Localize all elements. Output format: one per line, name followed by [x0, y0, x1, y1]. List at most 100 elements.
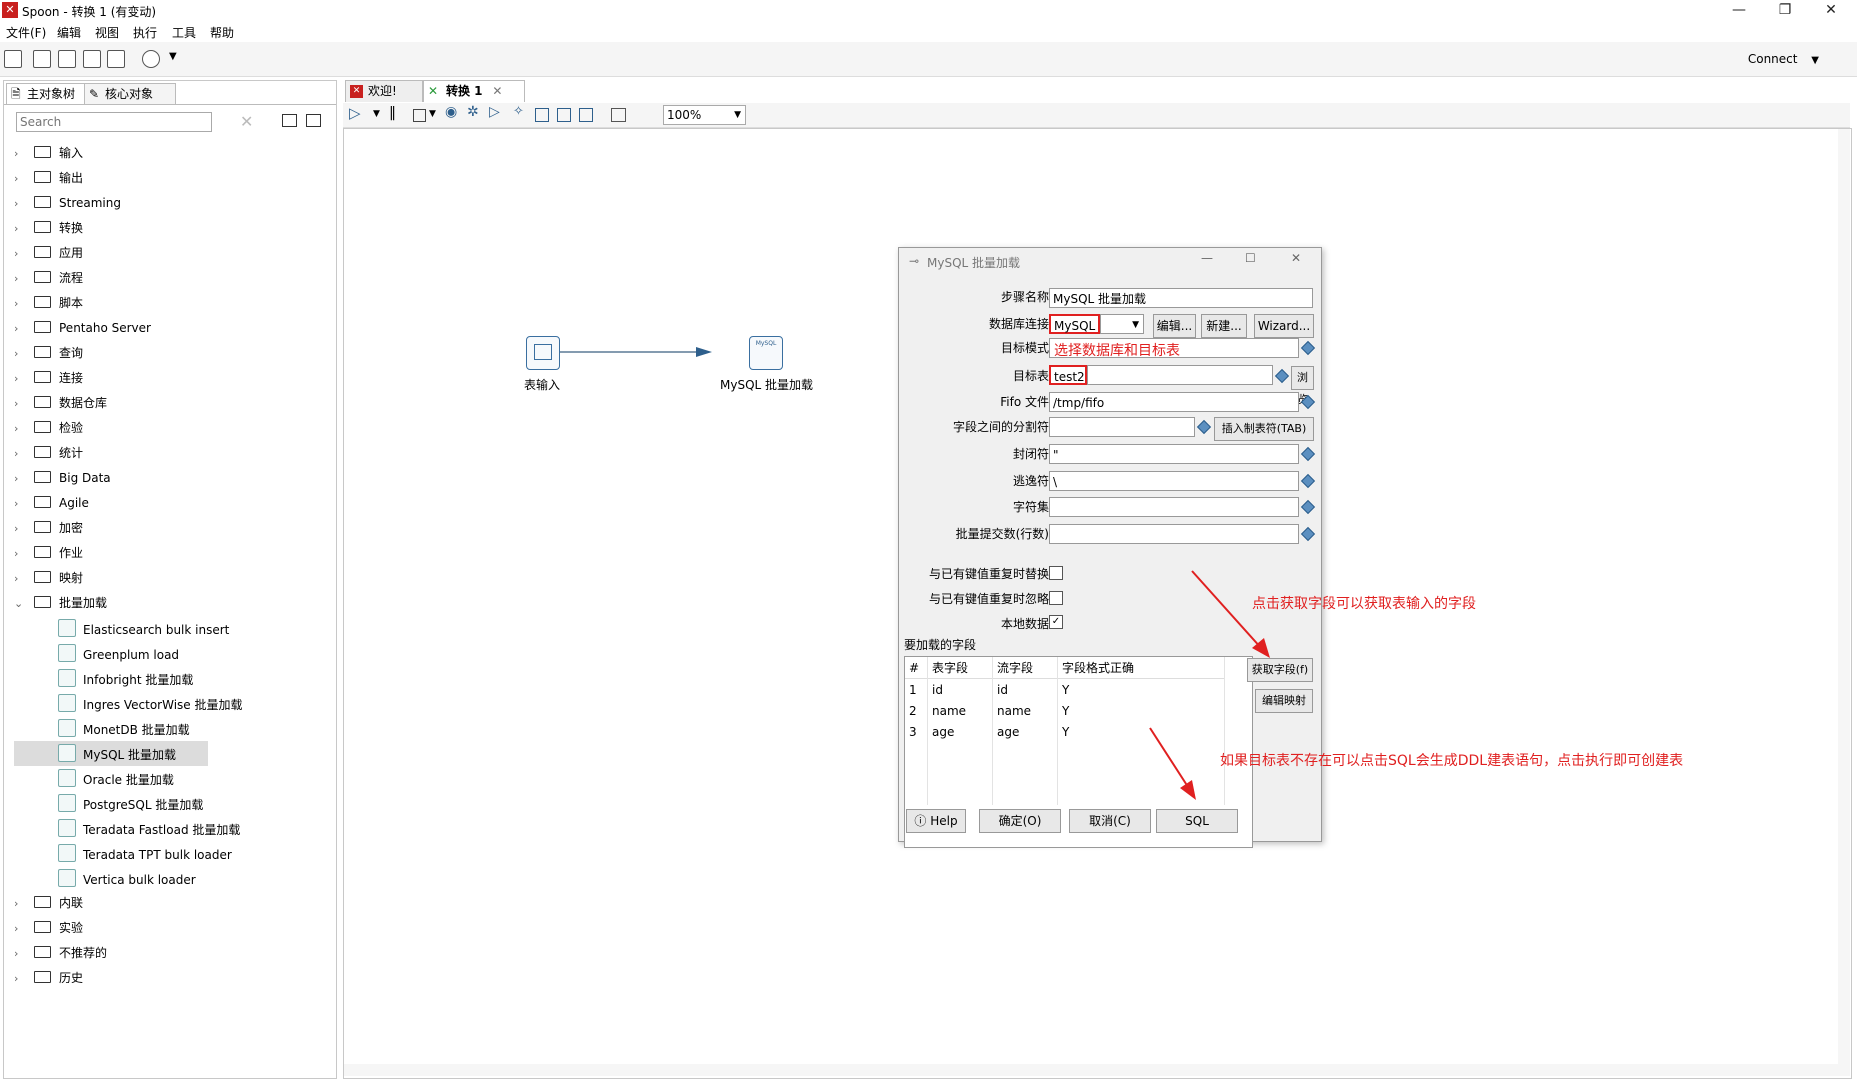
- chevron-right-icon[interactable]: ›: [14, 541, 26, 566]
- browse-button[interactable]: 浏览(B): [1291, 366, 1314, 428]
- menu-view[interactable]: 视图: [95, 24, 119, 41]
- tree-folder[interactable]: › 输入: [14, 141, 332, 166]
- clear-search-icon[interactable]: ✕: [240, 112, 253, 131]
- tree-leaf-step[interactable]: Vertica bulk loader: [14, 866, 332, 891]
- tree-folder[interactable]: › Big Data: [14, 466, 332, 491]
- tree-leaf-step[interactable]: Oracle 批量加载: [14, 766, 332, 791]
- run-dropdown-icon[interactable]: ▼: [373, 109, 380, 119]
- get-fields-button[interactable]: 获取字段(f): [1247, 658, 1313, 682]
- restore-button[interactable]: ❐: [1762, 0, 1808, 22]
- chevron-right-icon[interactable]: ›: [14, 566, 26, 591]
- expand-all-icon[interactable]: [282, 114, 297, 127]
- target-table-input[interactable]: test2: [1049, 365, 1087, 385]
- chevron-down-icon[interactable]: ⌄: [14, 591, 26, 616]
- pause-icon[interactable]: ‖: [389, 105, 403, 121]
- tree-leaf-step[interactable]: Greenplum load: [14, 641, 332, 666]
- verify-icon[interactable]: ✧: [513, 104, 527, 119]
- stop-icon[interactable]: [413, 109, 426, 122]
- tree-leaf-step[interactable]: Infobright 批量加载: [14, 666, 332, 691]
- cell[interactable]: id: [927, 678, 993, 700]
- col-table-field-header[interactable]: 表字段: [927, 657, 993, 679]
- cell[interactable]: age: [992, 721, 1058, 742]
- tree-folder[interactable]: › 流程: [14, 266, 332, 291]
- replace-checkbox[interactable]: [1049, 566, 1063, 580]
- help-button[interactable]: ⓘ Help: [906, 809, 966, 833]
- tree-folder[interactable]: › 内联: [14, 891, 332, 916]
- ok-button[interactable]: 确定(O): [979, 809, 1061, 833]
- tree-folder[interactable]: › 脚本: [14, 291, 332, 316]
- edit-mapping-button[interactable]: 编辑映射: [1255, 689, 1313, 713]
- tree-folder[interactable]: › 实验: [14, 916, 332, 941]
- impact-icon[interactable]: [535, 108, 549, 122]
- chevron-right-icon[interactable]: ›: [14, 941, 26, 966]
- chevron-right-icon[interactable]: ›: [14, 241, 26, 266]
- save-as-icon[interactable]: [107, 50, 125, 68]
- tree-leaf-step[interactable]: MonetDB 批量加载: [14, 716, 332, 741]
- tree-folder[interactable]: › 输出: [14, 166, 332, 191]
- tree-folder[interactable]: › 数据仓库: [14, 391, 332, 416]
- chevron-right-icon[interactable]: ›: [14, 216, 26, 241]
- col-stream-field-header[interactable]: 流字段: [992, 657, 1058, 679]
- tree-folder[interactable]: › 历史: [14, 966, 332, 991]
- tree-folder[interactable]: › 转换: [14, 216, 332, 241]
- chevron-right-icon[interactable]: ›: [14, 516, 26, 541]
- chevron-right-icon[interactable]: ›: [14, 416, 26, 441]
- tree-leaf-step[interactable]: MySQL 批量加载: [14, 741, 208, 766]
- close-button[interactable]: ✕: [1808, 0, 1854, 22]
- db-conn-dropdown-icon[interactable]: ▼: [1100, 314, 1144, 334]
- bulk-size-input[interactable]: [1049, 524, 1299, 544]
- chevron-right-icon[interactable]: ›: [14, 166, 26, 191]
- chevron-right-icon[interactable]: ›: [14, 966, 26, 991]
- chevron-right-icon[interactable]: ›: [14, 291, 26, 316]
- cell[interactable]: age: [927, 721, 993, 742]
- cell[interactable]: name: [927, 700, 993, 721]
- target-table-input-rest[interactable]: [1087, 365, 1273, 385]
- tree-folder[interactable]: › 加密: [14, 516, 332, 541]
- tab-core-objects[interactable]: ✎ 核心对象: [84, 83, 176, 104]
- cell[interactable]: id: [992, 678, 1058, 700]
- col-format-ok-header[interactable]: 字段格式正确: [1057, 657, 1225, 679]
- menu-file[interactable]: 文件(F): [6, 24, 46, 41]
- tree-leaf-step[interactable]: Teradata TPT bulk loader: [14, 841, 332, 866]
- cell[interactable]: Y: [1057, 700, 1225, 721]
- tree-leaf-step[interactable]: Ingres VectorWise 批量加载: [14, 691, 332, 716]
- chevron-right-icon[interactable]: ›: [14, 191, 26, 216]
- tree-folder[interactable]: › Pentaho Server: [14, 316, 332, 341]
- grid-icon[interactable]: [611, 108, 626, 122]
- chevron-right-icon[interactable]: ›: [14, 316, 26, 341]
- tree-leaf-step[interactable]: Teradata Fastload 批量加载: [14, 816, 332, 841]
- edit-conn-button[interactable]: 编辑...: [1153, 314, 1196, 338]
- escape-input[interactable]: \: [1049, 471, 1299, 491]
- insert-tab-button[interactable]: 插入制表符(TAB): [1214, 417, 1314, 441]
- tree-leaf-step[interactable]: Elasticsearch bulk insert: [14, 616, 332, 641]
- minimize-button[interactable]: —: [1716, 0, 1762, 22]
- tree-folder[interactable]: › 作业: [14, 541, 332, 566]
- explore-db-icon[interactable]: [579, 108, 593, 122]
- layers-icon[interactable]: [142, 50, 160, 68]
- tab-transformation-1[interactable]: ✕ 转换 1 ✕: [423, 80, 525, 102]
- chevron-right-icon[interactable]: ›: [14, 916, 26, 941]
- ignore-checkbox[interactable]: [1049, 591, 1063, 605]
- wizard-button[interactable]: Wizard...: [1254, 314, 1314, 338]
- chevron-right-icon[interactable]: ›: [14, 341, 26, 366]
- menu-help[interactable]: 帮助: [210, 24, 234, 41]
- tree-folder[interactable]: › 检验: [14, 416, 332, 441]
- tree-folder[interactable]: › 映射: [14, 566, 332, 591]
- table-input-step[interactable]: [526, 336, 560, 370]
- open-file-icon[interactable]: [33, 50, 51, 68]
- tree-folder[interactable]: › 不推荐的: [14, 941, 332, 966]
- table-row[interactable]: 2 name name Y: [905, 700, 1225, 721]
- dialog-minimize-button[interactable]: —: [1201, 251, 1213, 265]
- cell[interactable]: Y: [1057, 721, 1225, 742]
- tree-folder[interactable]: › 连接: [14, 366, 332, 391]
- dialog-close-button[interactable]: ✕: [1291, 251, 1301, 265]
- delimiter-input[interactable]: [1049, 417, 1195, 437]
- tree-folder[interactable]: › 统计: [14, 441, 332, 466]
- local-data-checkbox[interactable]: ✓: [1049, 615, 1063, 629]
- dialog-maximize-button[interactable]: ☐: [1245, 251, 1256, 265]
- debug-icon[interactable]: ✲: [467, 104, 481, 120]
- tree-folder[interactable]: › Agile: [14, 491, 332, 516]
- tree-folder[interactable]: › 应用: [14, 241, 332, 266]
- sql-icon[interactable]: [557, 108, 571, 122]
- layers-dropdown-icon[interactable]: ▼: [169, 51, 177, 62]
